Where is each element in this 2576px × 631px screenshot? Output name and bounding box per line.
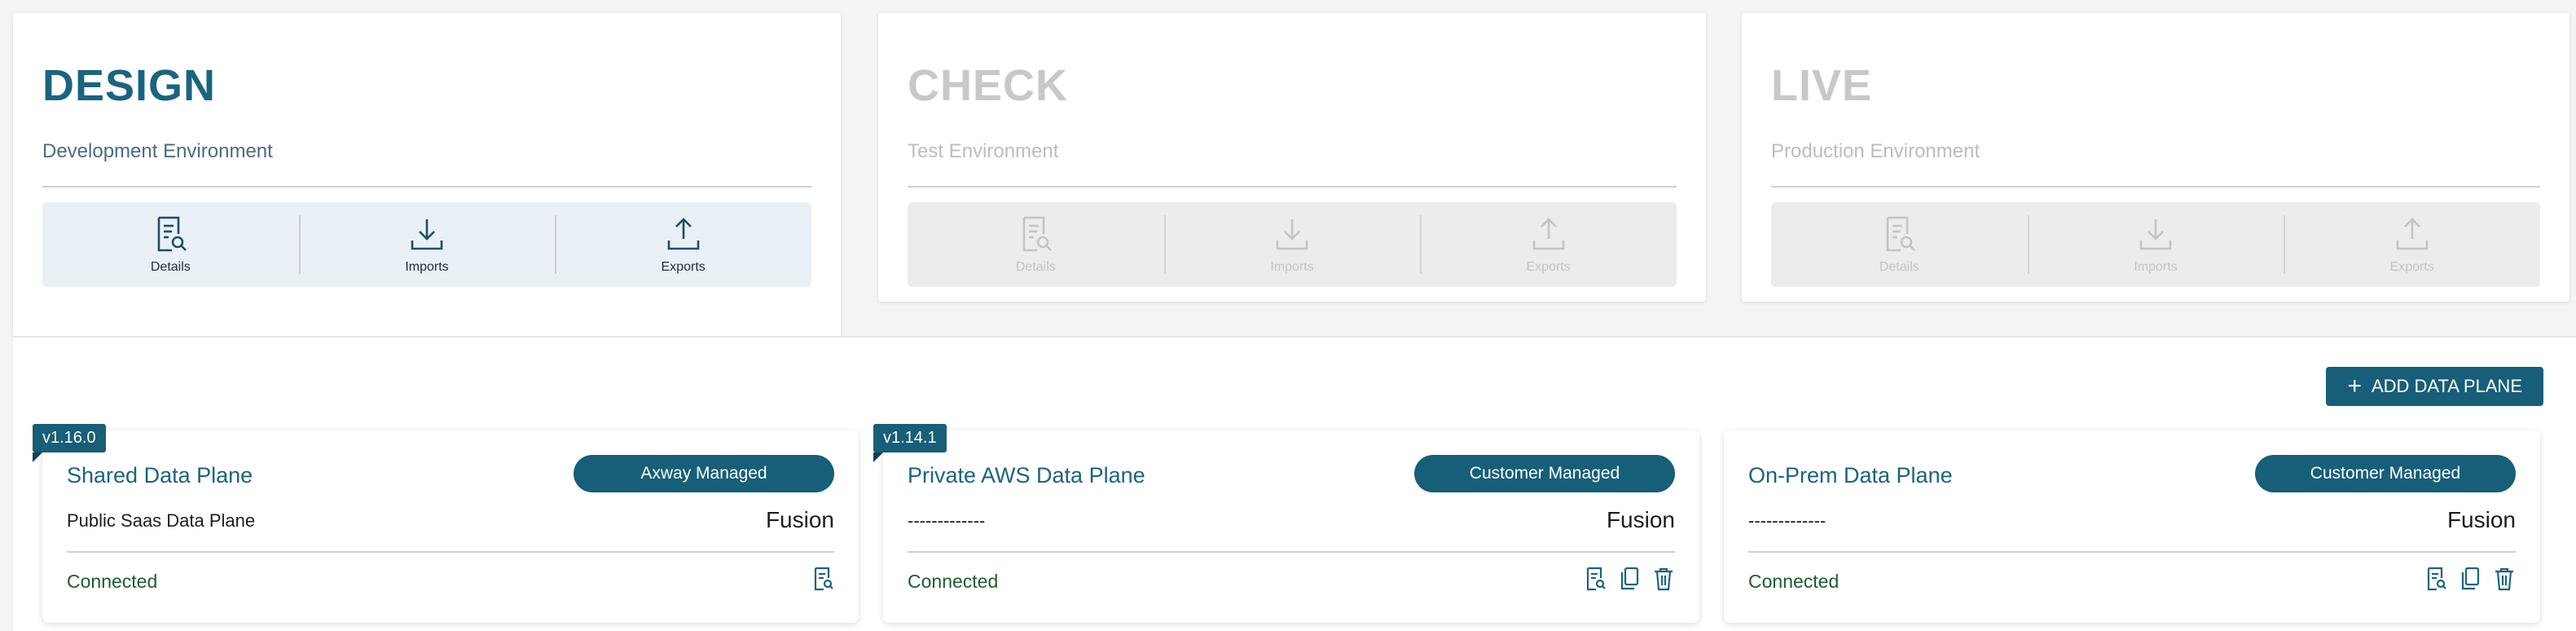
env-subtitle: Development Environment xyxy=(42,140,273,162)
exports-button[interactable]: Exports xyxy=(2284,202,2540,287)
import-icon xyxy=(2139,219,2172,250)
env-actions: Details Imports Exports xyxy=(1771,202,2540,287)
data-planes-panel: + ADD DATA PLANE v1.16.0 Shared Data Pla… xyxy=(13,336,2576,631)
plus-icon: + xyxy=(2347,373,2362,399)
data-plane-description: Public Saas Data Plane xyxy=(67,510,256,531)
details-button[interactable]: Details xyxy=(908,202,1164,287)
data-plane-name[interactable]: Private AWS Data Plane xyxy=(908,463,1145,488)
exports-label: Exports xyxy=(1526,260,1571,274)
import-icon xyxy=(1276,219,1308,250)
divider xyxy=(1748,551,2516,553)
version-badge: v1.14.1 xyxy=(873,424,947,462)
add-data-plane-button[interactable]: + ADD DATA PLANE xyxy=(2326,367,2543,406)
data-plane-card-private-aws[interactable]: v1.14.1 Private AWS Data Plane Customer … xyxy=(873,424,1699,623)
env-actions: Details Imports Exports xyxy=(908,202,1677,287)
env-actions: Details Imports Exports xyxy=(42,202,811,287)
card-actions xyxy=(1584,566,1675,592)
version-badge: v1.16.0 xyxy=(33,424,106,462)
divider xyxy=(908,186,1677,188)
divider xyxy=(42,186,811,188)
divider xyxy=(1771,186,2540,188)
imports-button[interactable]: Imports xyxy=(1163,202,1421,287)
managed-badge: Axway Managed xyxy=(574,455,834,492)
details-label: Details xyxy=(1879,260,1919,274)
details-label: Details xyxy=(1015,260,1056,274)
managed-badge: Customer Managed xyxy=(2255,455,2516,492)
env-title: CHECK xyxy=(908,61,1069,110)
data-plane-card-shared[interactable]: v1.16.0 Shared Data Plane Axway Managed … xyxy=(33,424,859,623)
copy-icon[interactable] xyxy=(1618,566,1641,592)
divider xyxy=(908,551,1675,553)
imports-label: Imports xyxy=(405,260,449,274)
add-data-plane-label: ADD DATA PLANE xyxy=(2371,376,2522,396)
imports-label: Imports xyxy=(1270,260,1314,274)
card-actions xyxy=(811,566,834,592)
exports-button[interactable]: Exports xyxy=(1420,202,1677,287)
export-icon xyxy=(2396,218,2428,250)
copy-icon[interactable] xyxy=(2459,566,2481,592)
connection-status: Connected xyxy=(67,571,158,592)
env-title: LIVE xyxy=(1771,61,1873,110)
connection-status: Connected xyxy=(1748,571,1840,592)
document-search-icon xyxy=(1023,216,1053,252)
exports-button[interactable]: Exports xyxy=(555,202,811,287)
data-plane-engine: Fusion xyxy=(2446,507,2516,532)
env-card-live[interactable]: LIVE Production Environment Details Impo… xyxy=(1742,13,2569,302)
import-icon xyxy=(411,219,443,250)
env-title: DESIGN xyxy=(42,61,217,110)
view-details-icon[interactable] xyxy=(2424,566,2447,592)
data-plane-engine: Fusion xyxy=(1606,507,1675,532)
exports-label: Exports xyxy=(2389,260,2434,274)
data-plane-name[interactable]: Shared Data Plane xyxy=(67,463,253,488)
data-plane-description: ------------- xyxy=(908,510,986,531)
export-icon xyxy=(1532,218,1564,250)
data-plane-engine: Fusion xyxy=(765,507,834,532)
data-plane-name[interactable]: On-Prem Data Plane xyxy=(1748,463,1953,488)
connection-status: Connected xyxy=(908,571,999,592)
data-plane-description: ------------- xyxy=(1748,510,1826,531)
details-button[interactable]: Details xyxy=(1771,202,2028,287)
details-button[interactable]: Details xyxy=(42,202,299,287)
exports-label: Exports xyxy=(661,260,706,274)
managed-badge: Customer Managed xyxy=(1414,455,1675,492)
view-details-icon[interactable] xyxy=(1584,566,1607,592)
card-actions xyxy=(2424,566,2516,592)
imports-button[interactable]: Imports xyxy=(2027,202,2284,287)
data-plane-card-on-prem[interactable]: On-Prem Data Plane Customer Managed ----… xyxy=(1724,430,2540,623)
env-subtitle: Test Environment xyxy=(908,140,1059,162)
delete-icon[interactable] xyxy=(2493,566,2516,592)
imports-label: Imports xyxy=(2134,260,2178,274)
divider xyxy=(67,551,834,553)
env-card-check[interactable]: CHECK Test Environment Details Imports E… xyxy=(878,13,1706,302)
document-search-icon xyxy=(158,216,187,252)
delete-icon[interactable] xyxy=(1652,566,1675,592)
export-icon xyxy=(667,218,699,250)
env-card-design[interactable]: DESIGN Development Environment Details I… xyxy=(13,13,841,336)
env-subtitle: Production Environment xyxy=(1771,140,1980,162)
document-search-icon xyxy=(1887,216,1916,252)
details-label: Details xyxy=(150,260,191,274)
view-details-icon[interactable] xyxy=(811,566,834,592)
imports-button[interactable]: Imports xyxy=(298,202,556,287)
